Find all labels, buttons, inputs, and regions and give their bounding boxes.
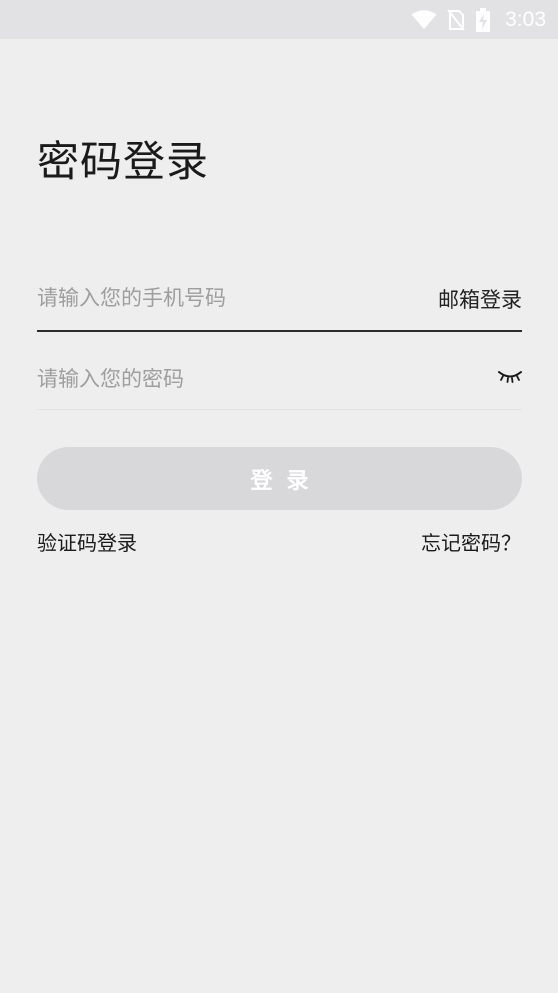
sms-login-link[interactable]: 验证码登录: [37, 527, 137, 556]
eye-closed-icon[interactable]: [498, 367, 522, 385]
email-login-link[interactable]: 邮箱登录: [438, 284, 522, 314]
page-title: 密码登录: [37, 137, 210, 186]
wifi-icon: [411, 10, 437, 29]
login-button[interactable]: 登录: [37, 447, 522, 510]
forgot-password-link[interactable]: 忘记密码？: [421, 527, 521, 556]
password-field: [37, 343, 522, 410]
status-bar: 3:03: [0, 0, 558, 39]
phone-field: 邮箱登录: [37, 262, 522, 332]
battery-charging-icon: [476, 8, 491, 32]
status-icons: 3:03: [411, 7, 546, 33]
status-time: 3:03: [505, 8, 546, 31]
password-input[interactable]: [37, 361, 397, 397]
no-sim-icon: [447, 9, 465, 31]
phone-input[interactable]: [37, 280, 397, 316]
